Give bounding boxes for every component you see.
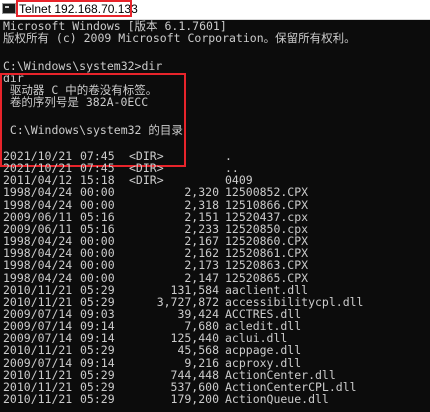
listing-size: 2,320	[184, 185, 219, 200]
console-line-directory-of: C:\Windows\system32 的目录	[3, 123, 183, 137]
listing-time: 09:14	[80, 355, 115, 370]
listing-name: 12520863.CPX	[225, 258, 309, 273]
console-icon	[2, 3, 16, 14]
listing-time: 00:00	[80, 270, 115, 285]
listing-name: acppage.dll	[225, 343, 302, 358]
listing-size: 131,584	[170, 282, 219, 297]
title-bar[interactable]: Telnet 192.168.70.133	[0, 0, 430, 20]
window-title: Telnet 192.168.70.133	[19, 2, 138, 16]
listing-dir-flag: <DIR>	[129, 173, 164, 188]
listing-time: 00:00	[80, 258, 115, 273]
listing-time: 05:29	[80, 392, 115, 406]
listing-date: 2010/11/21	[3, 392, 73, 406]
listing-name: acproxy.dll	[225, 355, 302, 370]
listing-time: 00:00	[80, 197, 115, 212]
listing-date: 1998/04/24	[3, 270, 73, 285]
listing-date: 2009/07/14	[3, 355, 73, 370]
listing-name: ActionQueue.dll	[225, 392, 329, 406]
listing-time: 05:29	[80, 343, 115, 358]
listing-time: 05:29	[80, 367, 115, 382]
listing-size: 744,448	[170, 367, 219, 382]
listing-size: 2,147	[184, 270, 219, 285]
listing-date: 2010/11/21	[3, 343, 73, 358]
listing-date: 1998/04/24	[3, 258, 73, 273]
listing-date: 2010/11/21	[3, 282, 73, 297]
console-line-copyright: 版权所有 (c) 2009 Microsoft Corporation。保留所有…	[3, 31, 356, 45]
listing-name: 12510866.CPX	[225, 197, 309, 212]
listing-name: 12500852.CPX	[225, 185, 309, 200]
listing-size: 179,200	[170, 392, 219, 406]
console-line-serial: 卷的序列号是 382A-0ECC	[3, 95, 149, 109]
listing-date: 1998/04/24	[3, 185, 73, 200]
listing-time: 05:29	[80, 282, 115, 297]
listing-date: 2010/11/21	[3, 367, 73, 382]
listing-size: 2,318	[184, 197, 219, 212]
listing-name: ActionCenter.dll	[225, 367, 336, 382]
console-line-prompt: C:\Windows\system32>dir	[3, 59, 163, 73]
listing-time: 00:00	[80, 185, 115, 200]
console-output[interactable]: Microsoft Windows [版本 6.1.7601] 版权所有 (c)…	[0, 20, 430, 412]
listing-size: 2,173	[184, 258, 219, 273]
telnet-window: Telnet 192.168.70.133 Microsoft Windows …	[0, 0, 430, 412]
listing-name: aaclient.dll	[225, 282, 309, 297]
listing-size: 45,568	[177, 343, 219, 358]
listing-name: 12520865.CPX	[225, 270, 309, 285]
listing-size: 9,216	[184, 355, 219, 370]
listing-date: 1998/04/24	[3, 197, 73, 212]
